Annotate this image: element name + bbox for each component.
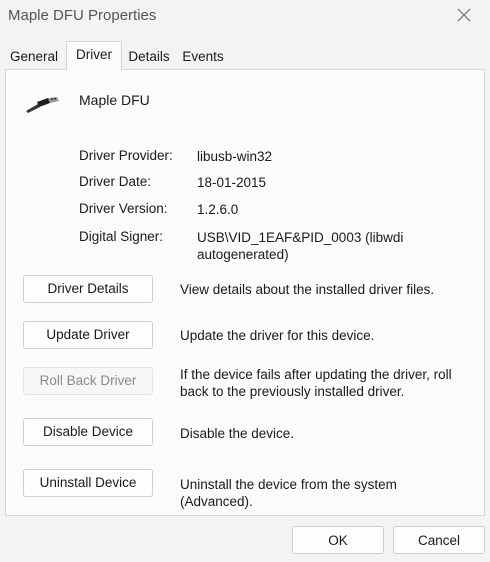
update-driver-description: Update the driver for this device. [180,328,375,343]
roll-back-driver-description: If the device fails after updating the d… [180,367,452,399]
tab-events[interactable]: Events [178,44,228,69]
tab-driver[interactable]: Driver [66,41,122,70]
uninstall-device-description: Uninstall the device from the system (Ad… [180,477,397,509]
close-icon [457,8,471,22]
device-name: Maple DFU [79,92,150,108]
driver-provider-label: Driver Provider: [79,148,173,163]
disable-device-button[interactable]: Disable Device [23,418,153,446]
usb-plug-icon [26,97,59,113]
disable-device-description: Disable the device. [180,426,295,441]
tab-general[interactable]: General [6,44,62,69]
driver-version-label: Driver Version: [79,201,168,216]
tab-details[interactable]: Details [124,44,174,69]
ok-button[interactable]: OK [292,526,384,554]
roll-back-driver-button[interactable]: Roll Back Driver [23,367,153,395]
driver-date-value: 18-01-2015 [197,175,267,190]
cancel-button[interactable]: Cancel [393,526,485,554]
digital-signer-value: USB\VID_1EAF&PID_0003 (libwdi autogenera… [197,230,404,262]
uninstall-device-button[interactable]: Uninstall Device [23,469,153,497]
title-bar: Maple DFU Properties [0,0,490,34]
driver-details-description: View details about the installed driver … [180,282,435,297]
driver-details-button[interactable]: Driver Details [23,275,153,303]
close-button[interactable] [452,3,476,29]
driver-version-value: 1.2.6.0 [197,202,239,217]
digital-signer-label: Digital Signer: [79,229,164,244]
update-driver-button[interactable]: Update Driver [23,321,153,349]
driver-provider-value: libusb-win32 [197,149,273,164]
window-title: Maple DFU Properties [8,7,157,24]
driver-date-label: Driver Date: [79,174,152,189]
